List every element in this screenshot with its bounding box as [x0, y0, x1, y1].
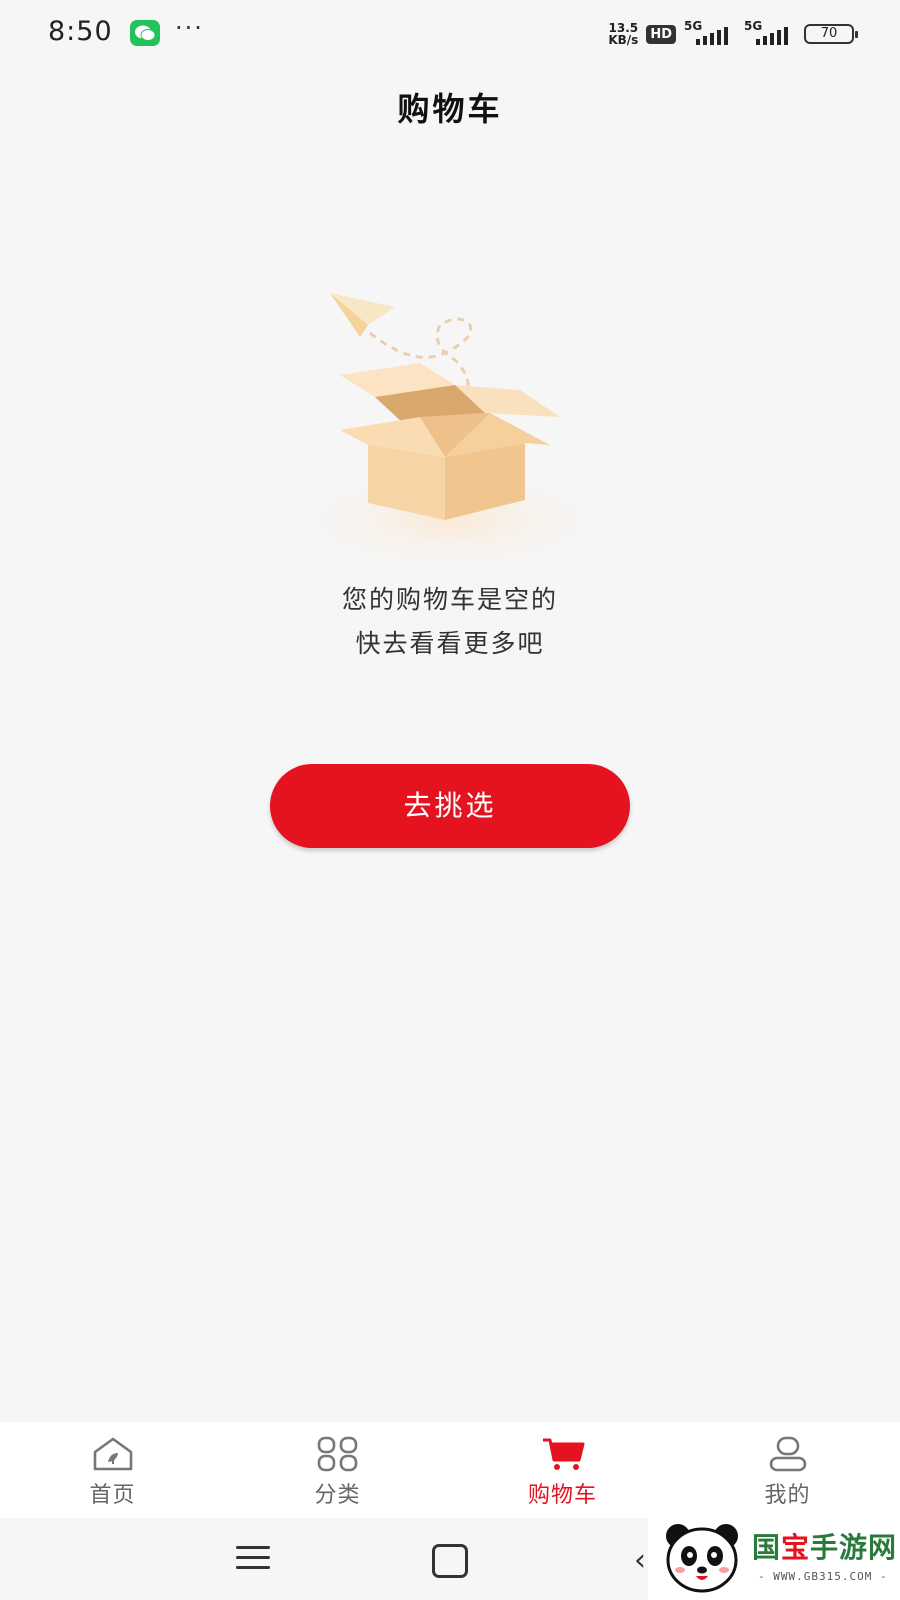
signal-icon: 5G	[744, 19, 796, 47]
network-speed-unit: KB/s	[608, 33, 639, 47]
cart-icon	[542, 1438, 584, 1470]
nav-label-cart: 购物车	[527, 1483, 597, 1508]
wechat-icon	[130, 20, 160, 46]
page-title: 购物车	[397, 90, 503, 128]
network-speed: 13.5 KB/s	[608, 22, 638, 46]
battery-icon: 70	[804, 24, 858, 44]
watermark-title: 国宝手游网	[752, 1526, 897, 1566]
profile-icon	[769, 1436, 806, 1472]
hd-badge: HD	[646, 24, 676, 44]
empty-cart-message: 您的购物车是空的	[341, 585, 558, 614]
watermark: 国宝手游网 - WWW.GB315.COM -	[648, 1510, 900, 1600]
go-shopping-button[interactable]: 去挑选	[270, 764, 630, 848]
status-time: 8:50	[48, 16, 113, 47]
home-icon	[93, 1437, 132, 1471]
home-button-icon[interactable]	[432, 1544, 468, 1578]
recent-apps-icon[interactable]	[236, 1546, 270, 1572]
panda-logo-icon	[666, 1524, 738, 1593]
more-notifications-icon: ···	[175, 14, 204, 42]
status-bar: 8:50 ··· 13.5 KB/s HD 5G 5G 70	[0, 0, 900, 70]
watermark-title-part2: 宝	[781, 1531, 811, 1564]
nav-label-profile: 我的	[764, 1483, 811, 1508]
watermark-title-part1: 国	[752, 1531, 782, 1564]
nav-label-category: 分类	[314, 1483, 361, 1508]
bottom-nav: 首页 分类 购物车 我的	[0, 1422, 900, 1518]
nav-item-profile[interactable]: 我的	[675, 1422, 900, 1518]
empty-box-illustration	[260, 285, 640, 585]
category-icon	[317, 1436, 357, 1472]
nav-item-category[interactable]: 分类	[225, 1422, 450, 1518]
watermark-title-part3: 手游网	[810, 1531, 898, 1564]
nav-label-home: 首页	[89, 1483, 136, 1508]
signal-icon: 5G	[684, 19, 736, 47]
back-icon[interactable]: ‹	[634, 1543, 646, 1578]
empty-cart-hint: 快去看看更多吧	[355, 629, 545, 658]
watermark-url: - WWW.GB315.COM -	[758, 1570, 888, 1583]
nav-item-home[interactable]: 首页	[0, 1422, 225, 1518]
nav-item-cart[interactable]: 购物车	[450, 1422, 675, 1518]
